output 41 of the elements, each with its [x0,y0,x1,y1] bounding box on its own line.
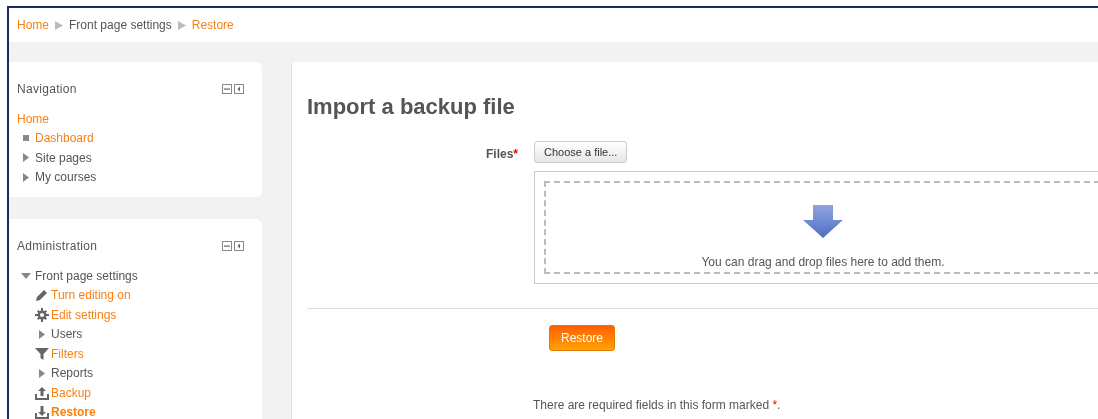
nav-link[interactable]: Edit settings [51,305,117,324]
collapsed-icon [38,329,45,339]
drop-zone[interactable]: You can drag and drop files here to add them. [534,171,1098,284]
minimize-icon[interactable] [222,241,232,251]
dock-icon[interactable] [234,241,244,251]
nav-link[interactable]: Dashboard [35,129,94,148]
nav-link[interactable]: Turn editing on [51,286,131,305]
block-title: Administration [17,238,98,255]
nav-link[interactable]: Backup [51,383,92,402]
minimize-icon[interactable] [222,84,232,94]
field-label: Files [485,146,514,163]
nav-item[interactable]: Front page settings [35,266,138,285]
nav-link[interactable]: Home [17,109,49,128]
required-note: There are required fields in this form marked *. [533,397,782,414]
down-arrow-icon [801,205,845,239]
separator-icon [177,20,186,30]
separator-icon [55,20,63,30]
nav-link[interactable]: Filters [51,344,84,363]
restore-button[interactable]: Restore [549,325,616,351]
nav-item[interactable]: Users [51,325,83,344]
breadcrumb-link[interactable]: Restore [191,16,234,34]
breadcrumb-link[interactable]: Home [17,16,49,34]
nav-item[interactable]: Site pages [35,148,92,167]
download-icon [34,405,49,419]
pencil-icon [34,288,49,303]
block-title: Navigation [17,81,77,98]
collapsed-icon [38,368,45,378]
upload-icon [34,385,49,400]
nav-item[interactable]: My courses [35,168,97,187]
page-title: Import a backup file [307,93,516,121]
nav-link[interactable]: Restore [51,403,96,419]
expanded-icon [20,272,31,279]
required-icon: * [513,145,518,163]
bullet-icon [22,135,29,142]
nav-item[interactable]: Reports [51,364,94,383]
drop-hint: You can drag and drop files here to add them. [701,254,945,271]
dock-icon[interactable] [234,84,244,94]
gear-icon [34,307,49,322]
filter-icon [34,346,49,361]
choose-file-button[interactable]: Choose a file... [534,141,628,163]
breadcrumb-item: Front page settings [69,17,172,34]
